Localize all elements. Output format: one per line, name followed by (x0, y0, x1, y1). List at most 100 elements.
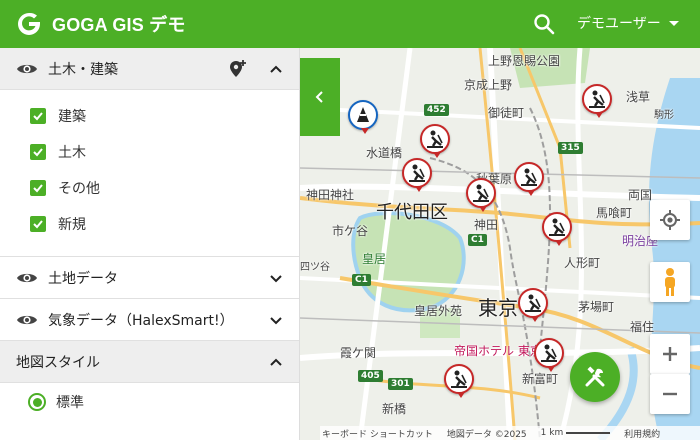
pegman-icon (665, 268, 675, 296)
map-label: 東京 (478, 296, 518, 320)
section-header-weather[interactable]: 気象データ（HalexSmart!） (0, 299, 299, 341)
radio-row-standard[interactable]: 標準 (0, 383, 299, 421)
chevron-down-icon[interactable] (269, 271, 283, 285)
map-marker[interactable] (348, 100, 378, 134)
map-marker[interactable] (444, 364, 474, 398)
map-marker[interactable] (518, 288, 548, 322)
route-badge: C1 (352, 274, 371, 286)
checkbox-row-sonota[interactable]: その他 (0, 170, 299, 206)
construction-worker-icon (473, 184, 489, 202)
search-icon[interactable] (532, 12, 556, 36)
map-label: 帝国ホテル 東京 (454, 344, 542, 358)
map-label: 浅草 (626, 90, 651, 104)
section-header-land[interactable]: 土地データ (0, 257, 299, 299)
map-marker[interactable] (582, 84, 612, 118)
route-badge: 405 (358, 370, 383, 382)
caret-down-icon (668, 20, 679, 26)
user-menu[interactable]: デモユーザー (577, 13, 679, 33)
map-marker[interactable] (542, 212, 572, 246)
zoom-in-button[interactable] (650, 334, 690, 374)
checkbox-checked[interactable] (30, 144, 46, 160)
checkbox-checked[interactable] (30, 216, 46, 232)
route-badge: 301 (388, 378, 413, 390)
map-label: 京成上野 (464, 78, 513, 92)
map-label: 霞ケ関 (340, 346, 377, 360)
construction-worker-icon (409, 164, 425, 182)
map-label: 四ツ谷 (300, 262, 330, 273)
map-label: 新橋 (382, 402, 407, 416)
map-label: 新富町 (522, 372, 559, 386)
section-label: 土地データ (48, 270, 118, 287)
street-view-pegman[interactable] (650, 262, 690, 302)
map-marker[interactable] (402, 158, 432, 192)
my-location-button[interactable] (650, 200, 690, 240)
chevron-left-icon (315, 91, 323, 103)
goga-logo-icon (18, 12, 40, 35)
map-label: 皇居外苑 (414, 304, 463, 318)
map-label: 福住 (630, 320, 655, 334)
map-attribution: キーボード ショートカット 地図データ ©2025 1 km 利用規約 (320, 426, 700, 440)
map-view[interactable]: 千代田区 東京 上野恩賜公園 京成上野 御徒町 浅草 駒形 水道橋 秋葉原 神田… (300, 48, 700, 440)
construction-worker-icon (541, 344, 557, 362)
checkbox-label: 新規 (58, 217, 86, 233)
section-header-map-style[interactable]: 地図スタイル (0, 341, 299, 383)
app-title: GOGA GIS デモ (52, 15, 186, 35)
user-name: デモユーザー (577, 16, 661, 32)
construction-worker-icon (589, 90, 605, 108)
checkbox-label: 建築 (58, 109, 86, 125)
zoom-out-button[interactable] (650, 374, 690, 414)
checkbox-label: 土木 (58, 145, 86, 161)
construction-worker-icon (525, 294, 541, 312)
chevron-down-icon[interactable] (269, 313, 283, 327)
radio-label: 標準 (56, 395, 84, 411)
checkbox-checked[interactable] (30, 108, 46, 124)
checkbox-checked[interactable] (30, 180, 46, 196)
map-label: 水道橋 (366, 146, 403, 160)
terms-link[interactable]: 利用規約 (624, 427, 660, 440)
keyboard-shortcuts-link[interactable]: キーボード ショートカット (322, 427, 433, 440)
add-location-icon[interactable] (227, 59, 247, 79)
route-badge: 315 (558, 142, 583, 154)
checkbox-row-shinki[interactable]: 新規 (0, 206, 299, 242)
section-label: 土木・建築 (48, 61, 118, 78)
checkbox-row-kenchiku[interactable]: 建築 (0, 98, 299, 134)
tools-icon (585, 366, 605, 387)
construction-worker-icon (451, 370, 467, 388)
map-data-credit: 地図データ ©2025 (446, 429, 527, 440)
scale-bar: 1 km (541, 428, 611, 438)
section-label: 気象データ（HalexSmart!） (48, 312, 234, 329)
minus-icon (663, 392, 677, 396)
chevron-up-icon[interactable] (269, 355, 283, 369)
eye-icon[interactable] (16, 62, 38, 76)
map-label: 市ケ谷 (332, 224, 369, 238)
eye-icon[interactable] (16, 313, 38, 327)
map-label: 皇居 (362, 252, 387, 266)
traffic-cone-icon (357, 107, 369, 122)
map-marker[interactable] (420, 124, 450, 158)
map-label: 千代田区 (376, 202, 448, 223)
construction-worker-icon (521, 168, 537, 186)
plus-icon (663, 347, 677, 361)
section-label: 地図スタイル (16, 354, 100, 371)
checkbox-label: その他 (58, 181, 100, 197)
map-marker[interactable] (514, 162, 544, 196)
route-badge: 452 (424, 104, 449, 116)
chevron-up-icon[interactable] (269, 62, 283, 76)
section-header-civil[interactable]: 土木・建築 (0, 48, 299, 90)
crosshair-icon (660, 210, 680, 230)
layer-sidebar: 土木・建築 建築 土木 その他 新規 土地データ 気象データ（HalexSmar… (0, 48, 300, 440)
map-label: 御徒町 (488, 106, 525, 120)
map-label: 両国 (628, 188, 653, 202)
eye-icon[interactable] (16, 271, 38, 285)
map-label: 神田 (474, 218, 499, 232)
map-marker[interactable] (466, 178, 496, 212)
radio-selected[interactable] (28, 393, 46, 411)
map-label: 駒形 (654, 110, 674, 121)
checkbox-row-doboku[interactable]: 土木 (0, 134, 299, 170)
construction-worker-icon (427, 130, 443, 148)
tools-fab-button[interactable] (570, 352, 620, 402)
construction-worker-icon (549, 218, 565, 236)
map-marker[interactable] (534, 338, 564, 372)
route-badge: C1 (468, 234, 487, 246)
collapse-sidebar-button[interactable] (300, 58, 340, 136)
